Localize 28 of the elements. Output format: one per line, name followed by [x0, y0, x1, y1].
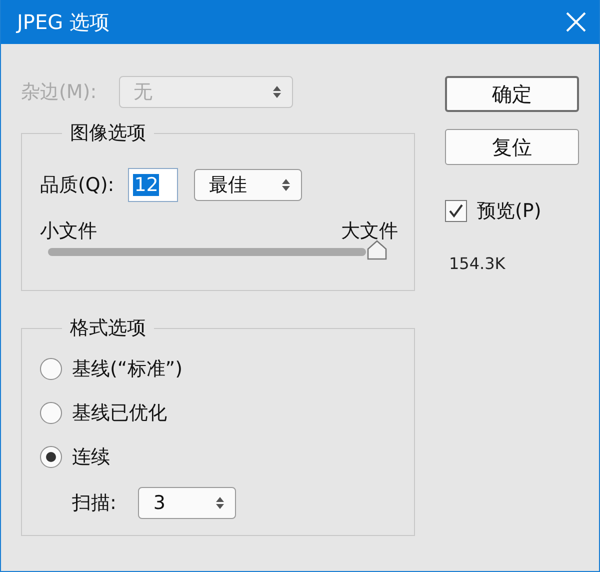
- slider-min-label: 小文件: [40, 219, 97, 244]
- radio-label: 基线(“标准”): [72, 357, 183, 382]
- quality-label: 品质(Q):: [40, 173, 114, 198]
- close-button[interactable]: [565, 11, 587, 33]
- checkbox[interactable]: [445, 200, 467, 222]
- scans-label: 扫描:: [72, 491, 116, 516]
- radio-button[interactable]: [40, 358, 62, 380]
- slider-max-label: 大文件: [341, 219, 398, 244]
- selected-text: 12: [133, 174, 160, 196]
- window-title: JPEG 选项: [17, 8, 110, 36]
- updown-arrows-icon: [281, 178, 292, 192]
- quality-field[interactable]: 12: [128, 168, 178, 202]
- dialog-button[interactable]: 确定: [445, 76, 579, 112]
- group-title: 图像选项: [69, 121, 147, 146]
- updown-arrows-icon: [272, 85, 282, 99]
- group-title: 格式选项: [69, 316, 147, 341]
- preview-label: 预览(P): [477, 199, 542, 224]
- radio-label: 连续: [72, 445, 110, 470]
- radio-button[interactable]: [40, 402, 62, 424]
- updown-arrows-icon: [215, 496, 226, 510]
- file-size: 154.3K: [449, 254, 506, 273]
- slider-thumb[interactable]: [367, 240, 387, 260]
- radio-button[interactable]: [40, 446, 62, 468]
- dialog-button[interactable]: 复位: [445, 129, 579, 165]
- scans-select[interactable]: 3: [138, 487, 236, 519]
- matte-label: 杂边(M):: [21, 80, 97, 105]
- quality-select[interactable]: 最佳: [194, 169, 302, 201]
- radio-label: 基线已优化: [72, 401, 167, 426]
